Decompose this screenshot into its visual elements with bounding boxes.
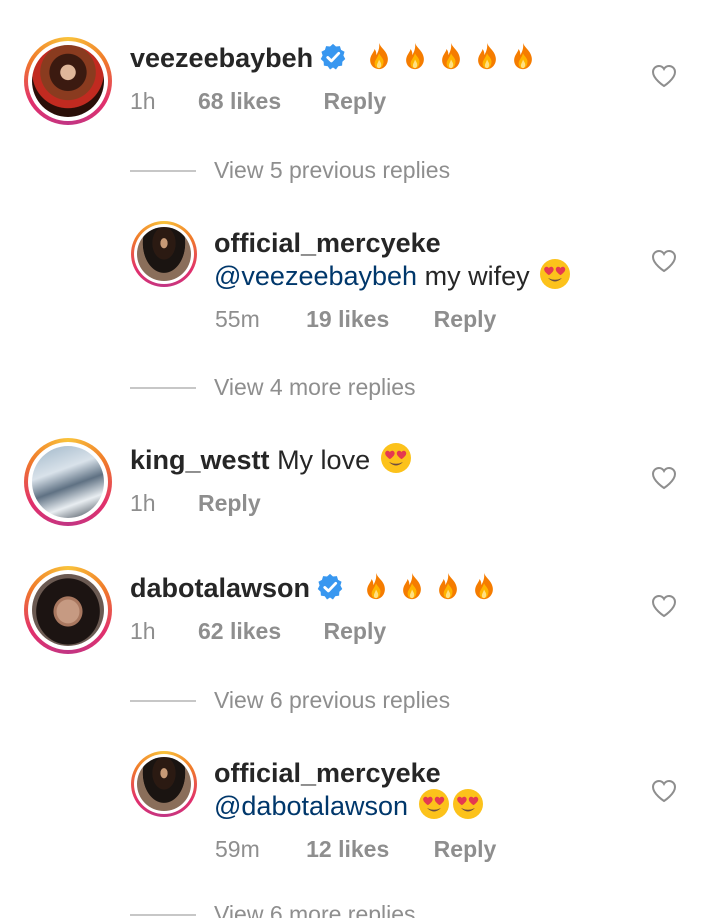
fire-emoji-icon bbox=[462, 570, 498, 610]
fire-emoji-icon bbox=[426, 570, 462, 610]
fire-emoji-icon bbox=[390, 570, 426, 610]
likes-count[interactable]: 62 likes bbox=[198, 617, 281, 645]
reply-button[interactable]: Reply bbox=[198, 489, 261, 517]
comment-text: My love bbox=[277, 445, 371, 475]
username[interactable]: official_mercyeke bbox=[214, 228, 441, 258]
view-replies-toggle[interactable]: View 6 more replies bbox=[130, 900, 530, 918]
mention-link[interactable]: @veezeebaybeh bbox=[214, 261, 417, 291]
timestamp: 55m bbox=[215, 306, 260, 332]
timestamp: 59m bbox=[215, 836, 260, 862]
timestamp: 1h bbox=[130, 490, 156, 516]
heart-eyes-emoji-icon bbox=[537, 258, 571, 298]
timestamp: 1h bbox=[130, 618, 156, 644]
verified-badge-icon bbox=[319, 43, 347, 71]
timestamp: 1h bbox=[130, 88, 156, 114]
likes-count[interactable]: 19 likes bbox=[306, 305, 389, 333]
username[interactable]: dabotalawson bbox=[130, 573, 310, 603]
view-replies-label[interactable]: View 6 previous replies bbox=[214, 686, 450, 714]
like-heart-icon[interactable] bbox=[651, 249, 677, 273]
mention-link[interactable]: @dabotalawson bbox=[214, 791, 408, 821]
likes-count[interactable]: 68 likes bbox=[198, 87, 281, 115]
fire-emoji-icon bbox=[501, 40, 537, 80]
avatar[interactable] bbox=[131, 751, 197, 817]
view-replies-label[interactable]: View 6 more replies bbox=[214, 900, 416, 918]
username[interactable]: veezeebaybeh bbox=[130, 43, 313, 73]
comment-text: my wifey bbox=[424, 261, 530, 291]
view-replies-toggle[interactable]: View 6 previous replies bbox=[130, 686, 530, 716]
fire-emoji-icon bbox=[355, 40, 393, 80]
avatar[interactable] bbox=[24, 438, 112, 526]
reply-button[interactable]: Reply bbox=[324, 617, 387, 645]
reply-button[interactable]: Reply bbox=[434, 835, 497, 863]
verified-badge-icon bbox=[316, 573, 344, 601]
view-replies-label[interactable]: View 5 previous replies bbox=[214, 156, 450, 184]
username[interactable]: king_westt bbox=[130, 445, 270, 475]
fire-emoji-icon bbox=[393, 40, 429, 80]
avatar[interactable] bbox=[24, 37, 112, 125]
reply-button[interactable]: Reply bbox=[324, 87, 387, 115]
like-heart-icon[interactable] bbox=[651, 779, 677, 803]
heart-eyes-emoji-icon bbox=[450, 788, 484, 828]
thread-divider bbox=[130, 387, 196, 389]
like-heart-icon[interactable] bbox=[651, 594, 677, 618]
view-replies-toggle[interactable]: View 5 previous replies bbox=[130, 156, 530, 186]
username[interactable]: official_mercyeke bbox=[214, 758, 441, 788]
thread-divider bbox=[130, 700, 196, 702]
reply-button[interactable]: Reply bbox=[434, 305, 497, 333]
likes-count[interactable]: 12 likes bbox=[306, 835, 389, 863]
like-heart-icon[interactable] bbox=[651, 466, 677, 490]
heart-eyes-emoji-icon bbox=[378, 442, 412, 482]
like-heart-icon[interactable] bbox=[651, 64, 677, 88]
avatar[interactable] bbox=[24, 566, 112, 654]
fire-emoji-icon bbox=[429, 40, 465, 80]
thread-divider bbox=[130, 914, 196, 916]
heart-eyes-emoji-icon bbox=[416, 788, 450, 828]
avatar[interactable] bbox=[131, 221, 197, 287]
fire-emoji-icon bbox=[352, 570, 390, 610]
view-replies-label[interactable]: View 4 more replies bbox=[214, 373, 416, 401]
thread-divider bbox=[130, 170, 196, 172]
view-replies-toggle[interactable]: View 4 more replies bbox=[130, 373, 530, 403]
fire-emoji-icon bbox=[465, 40, 501, 80]
